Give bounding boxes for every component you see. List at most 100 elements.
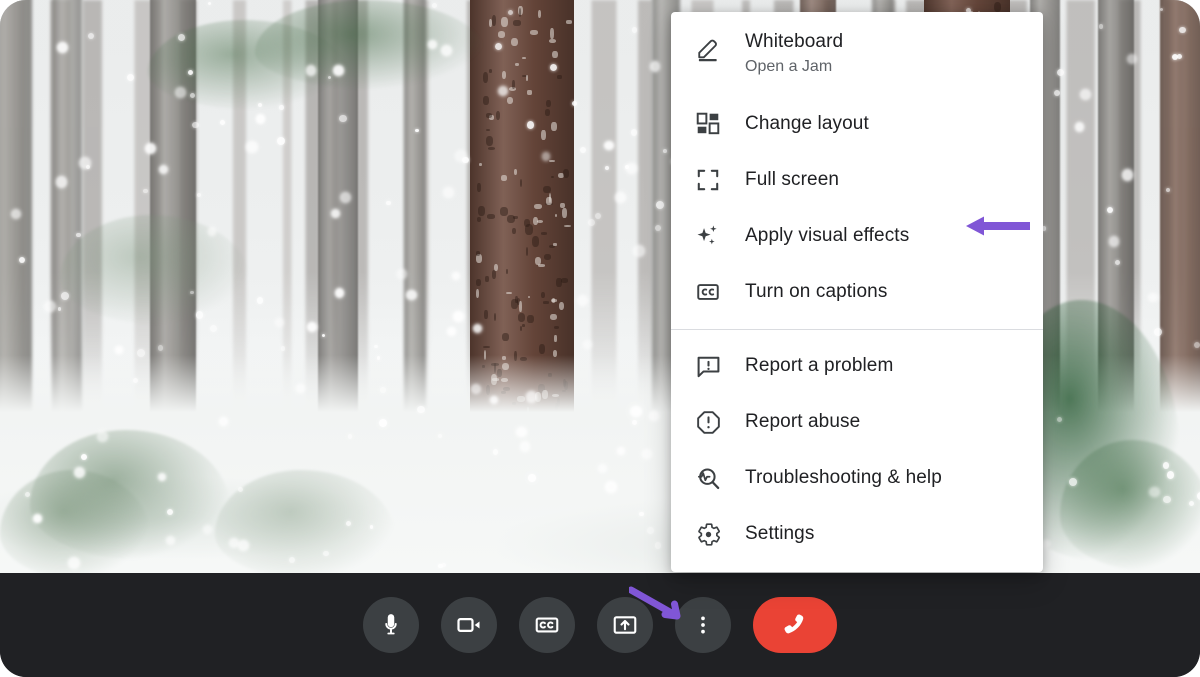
speech-bubble-alert-icon — [671, 353, 745, 380]
snowflake — [630, 129, 638, 136]
menu-item-label: Whiteboard — [745, 31, 844, 52]
menu-item-sublabel: Open a Jam — [745, 58, 833, 75]
snowflake — [345, 521, 351, 527]
snowflake — [88, 32, 95, 39]
snowflake — [159, 164, 169, 175]
snowflake — [416, 405, 425, 414]
menu-item-report-a-problem[interactable]: Report a problem — [671, 338, 1043, 394]
leave-call-button[interactable] — [753, 597, 837, 653]
menu-item-full-screen[interactable]: Full screen — [671, 152, 1043, 208]
snowflake — [379, 419, 388, 427]
snowflake — [437, 433, 442, 438]
hangup-phone-icon — [784, 614, 804, 634]
screenshot-root: Whiteboard Open a Jam Change layout Full… — [0, 0, 1200, 677]
snowflake — [471, 384, 482, 395]
camera-button[interactable] — [441, 597, 497, 653]
snowflake — [1189, 500, 1195, 506]
snowflake — [305, 64, 317, 76]
snowflake — [654, 542, 662, 549]
snowflake — [1069, 478, 1077, 486]
snowflake — [374, 344, 378, 349]
snowflake — [1099, 24, 1104, 29]
snowflake — [519, 441, 531, 453]
snowflake — [376, 356, 381, 360]
snowflake — [321, 333, 326, 337]
snowflake — [605, 480, 617, 493]
snowflake — [1166, 471, 1175, 479]
menu-item-whiteboard[interactable]: Whiteboard Open a Jam — [671, 20, 1043, 96]
snowflake — [143, 188, 148, 194]
snowflake — [638, 511, 644, 517]
snowflake — [79, 156, 92, 169]
snowflake — [594, 212, 601, 219]
snowflake — [632, 419, 638, 425]
menu-item-label: Change layout — [745, 113, 869, 134]
snowflake — [582, 339, 592, 349]
snowflake — [175, 87, 186, 98]
more-options-menu[interactable]: Whiteboard Open a Jam Change layout Full… — [671, 12, 1043, 572]
snowflake — [189, 92, 196, 99]
snowflake — [276, 137, 285, 146]
snowflake — [428, 40, 438, 49]
snowflake — [526, 121, 535, 129]
snowflake — [415, 128, 420, 133]
snowflake — [386, 200, 391, 206]
more-options-button[interactable] — [675, 597, 731, 653]
snowflake — [202, 524, 213, 535]
present-button[interactable] — [597, 597, 653, 653]
snowflake — [33, 514, 42, 523]
snowflake — [440, 44, 453, 57]
snowflake — [207, 227, 217, 236]
snowflake — [10, 208, 22, 219]
snowflake — [655, 200, 664, 209]
snowflake — [631, 27, 637, 33]
snowflake — [158, 472, 167, 481]
snowflake — [1154, 328, 1162, 336]
snowflake — [334, 288, 344, 298]
snowflake — [127, 74, 135, 82]
menu-item-troubleshooting-help[interactable]: Troubleshooting & help — [671, 450, 1043, 506]
snowflake — [220, 119, 226, 125]
captions-button[interactable] — [519, 597, 575, 653]
gear-icon — [671, 521, 745, 548]
snowflake — [614, 191, 626, 204]
menu-item-label: Report a problem — [745, 355, 894, 376]
sparkle-icon — [671, 222, 745, 250]
snowflake — [528, 474, 536, 482]
snowflake — [75, 232, 81, 238]
snowflake — [369, 525, 374, 529]
snowflake — [587, 218, 595, 227]
snowflake — [397, 269, 407, 279]
menu-item-turn-on-captions[interactable]: Turn on captions — [671, 264, 1043, 320]
snowflake — [1057, 417, 1063, 423]
microphone-button[interactable] — [363, 597, 419, 653]
octagon-alert-icon — [671, 409, 745, 436]
snowflake — [257, 102, 262, 108]
snowflake — [178, 34, 186, 42]
snowflake — [307, 321, 318, 333]
menu-item-change-layout[interactable]: Change layout — [671, 96, 1043, 152]
snowflake — [1148, 292, 1158, 303]
snowflake — [289, 557, 296, 564]
menu-divider — [671, 329, 1043, 330]
snowflake — [632, 244, 645, 257]
menu-item-settings[interactable]: Settings — [671, 506, 1043, 562]
snowflake — [1074, 122, 1084, 132]
snowflake — [650, 61, 661, 72]
snowflake — [165, 535, 175, 545]
snowflake — [97, 431, 108, 442]
snowflake — [340, 191, 352, 203]
menu-item-report-abuse[interactable]: Report abuse — [671, 394, 1043, 450]
snowflake — [1193, 341, 1200, 349]
snowflake — [663, 149, 668, 153]
menu-item-label: Turn on captions — [745, 281, 888, 302]
snowflake — [1080, 88, 1092, 100]
menu-item-apply-visual-effects[interactable]: Apply visual effects — [671, 208, 1043, 264]
snowflake — [579, 147, 586, 154]
snowflake — [280, 345, 286, 351]
snowflake — [493, 449, 499, 455]
snowflake — [1166, 187, 1171, 192]
snowflake — [1054, 90, 1061, 97]
snowflake — [81, 454, 88, 461]
snowflake — [576, 295, 588, 307]
